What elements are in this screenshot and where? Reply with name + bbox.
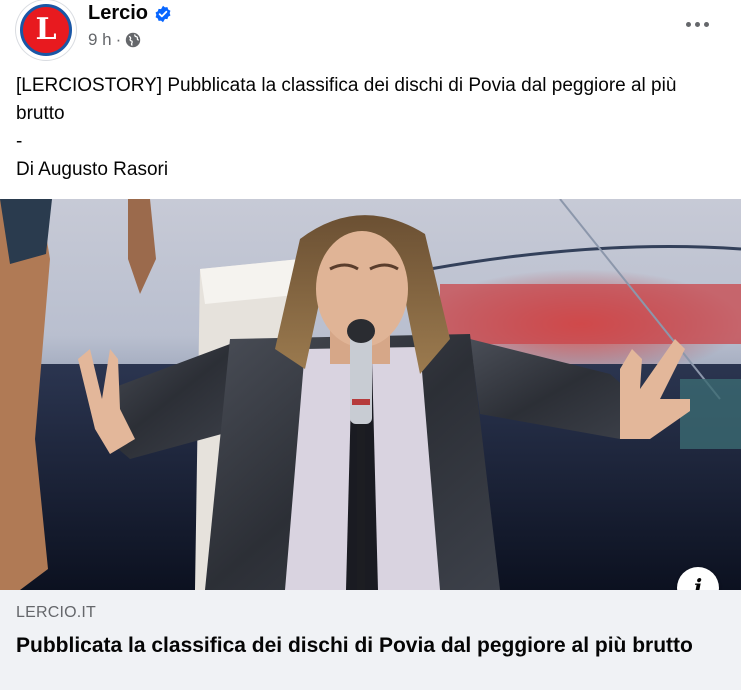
post-timestamp[interactable]: 9 h (88, 30, 112, 50)
page-name-row: Lercio (88, 2, 172, 25)
post-text-line: [LERCIOSTORY] Pubblicata la classifica d… (16, 75, 677, 124)
link-domain: LERCIO.IT (16, 604, 97, 621)
verified-badge-icon (154, 5, 172, 23)
post-text-line: Di Augusto Rasori (16, 159, 169, 180)
lercio-logo: L (20, 4, 72, 56)
page-name[interactable]: Lercio (88, 2, 148, 25)
post-meta: 9 h · (88, 30, 141, 50)
post-text: [LERCIOSTORY] Pubblicata la classifica d… (16, 72, 726, 184)
more-options-icon (685, 21, 691, 27)
link-preview-footer[interactable]: LERCIO.IT Pubblicata la classifica dei d… (0, 590, 741, 690)
globe-icon[interactable] (125, 32, 141, 48)
facebook-post: L Lercio 9 h · [LERCIOSTORY] Pubblicata (0, 0, 741, 690)
meta-separator: · (115, 30, 122, 49)
more-options-dot (694, 21, 700, 27)
more-options-dot (703, 21, 709, 27)
more-options-button[interactable] (679, 12, 715, 36)
page-avatar[interactable]: L (16, 0, 76, 60)
link-preview-image[interactable] (0, 199, 741, 590)
post-text-line: - (16, 131, 23, 152)
logo-letter: L (35, 12, 57, 47)
link-title[interactable]: Pubblicata la classifica dei dischi di P… (16, 632, 726, 660)
